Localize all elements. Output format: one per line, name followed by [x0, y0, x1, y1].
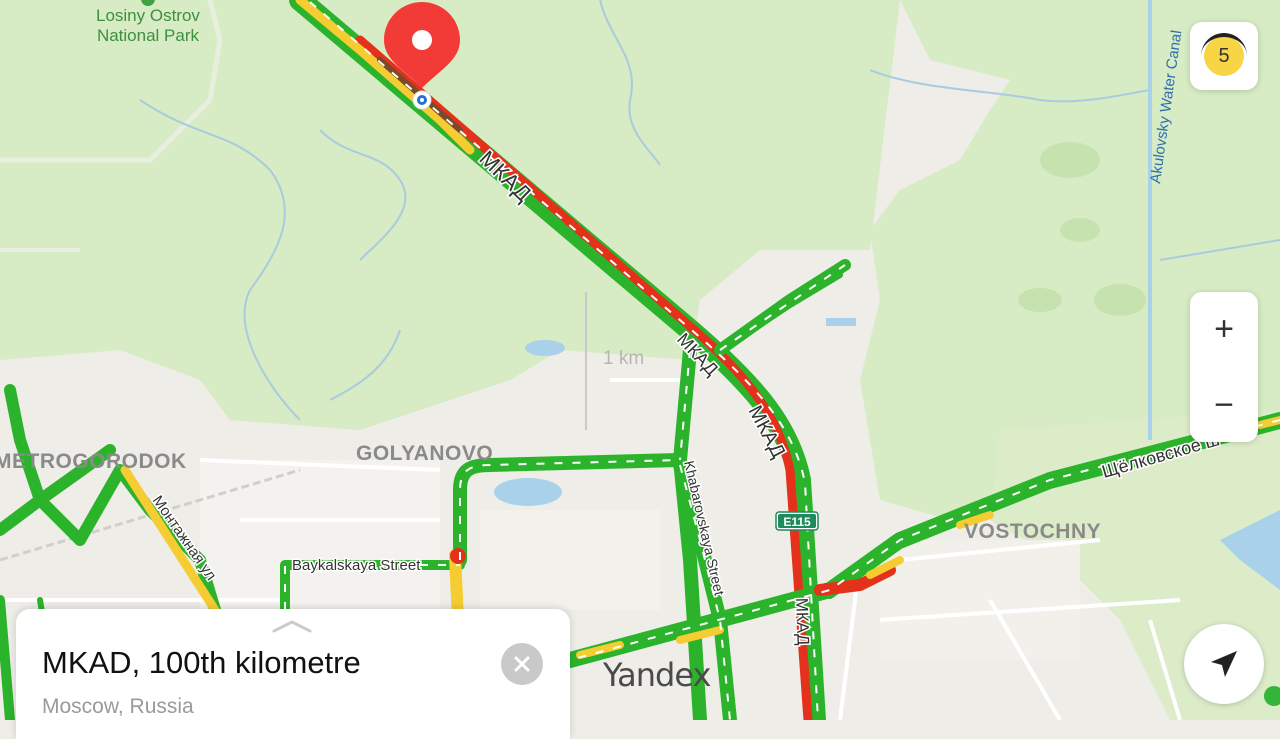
- zoom-in-label: +: [1214, 309, 1234, 348]
- pond: [525, 340, 565, 356]
- location-arrow-icon: [1211, 651, 1237, 677]
- district-label-metrogorodok: METROGORODOK: [0, 450, 187, 473]
- district-label-golyanovo: GOLYANOVO: [356, 442, 494, 465]
- close-icon: [514, 656, 530, 672]
- road-label-baykalskaya: Baykalskaya Street: [292, 557, 421, 574]
- place-subtitle: Moscow, Russia: [42, 695, 194, 718]
- park-label[interactable]: Losiny Ostrov National Park: [96, 0, 200, 46]
- traffic-button[interactable]: 5: [1190, 22, 1258, 90]
- park-name-line1: Losiny Ostrov: [96, 6, 200, 25]
- route-badge-text: E115: [783, 515, 811, 529]
- zoom-out-button[interactable]: −: [1190, 368, 1258, 442]
- traffic-level-badge: 5: [1201, 33, 1247, 76]
- pond: [826, 318, 856, 326]
- chevron-up-icon[interactable]: [272, 619, 312, 633]
- location-marker[interactable]: [382, 0, 462, 112]
- close-button[interactable]: [501, 643, 543, 685]
- zoom-controls: + −: [1190, 292, 1258, 442]
- map-pin-icon: [384, 2, 460, 110]
- zoom-in-button[interactable]: +: [1190, 292, 1258, 366]
- poi-icon[interactable]: [1264, 686, 1280, 706]
- zoom-out-label: −: [1214, 385, 1234, 424]
- district-label-vostochny: VOSTOCHNY: [964, 520, 1102, 543]
- place-title: MKAD, 100th kilometre: [42, 645, 361, 680]
- locate-button[interactable]: [1184, 624, 1264, 704]
- road-label-mkad: МКАД: [792, 597, 813, 646]
- pond: [494, 478, 562, 506]
- traffic-level: 5: [1218, 44, 1230, 67]
- scale-label: 1 km: [603, 348, 645, 369]
- park-name-line2: National Park: [96, 26, 199, 45]
- yandex-logo[interactable]: Yandex: [603, 656, 711, 694]
